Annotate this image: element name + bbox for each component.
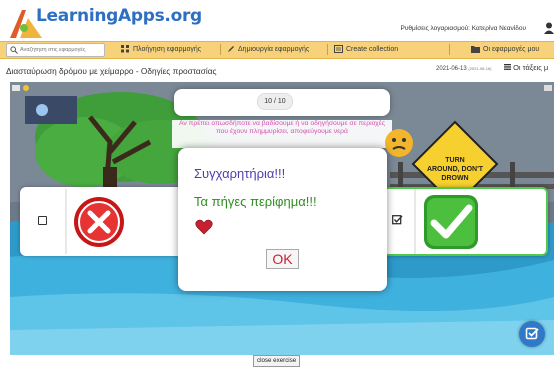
nav-my-apps-label: Οι εφαρμογές μου [483, 46, 540, 53]
nav-my-apps[interactable]: Οι εφαρμογές μου [471, 44, 539, 56]
card-divider [65, 189, 67, 254]
page-title: Διασταύρωση δρόμου με χείμαρρο - Οδηγίες… [6, 66, 217, 76]
sign-line-2: AROUND, DON'T [427, 166, 484, 173]
nav-create-label: Δημιουργία εφαρμογής [238, 46, 310, 53]
nav-browse-label: Πλοήγηση εφαρμογής [133, 46, 202, 53]
nav-separator [220, 44, 221, 55]
nav-create-app[interactable]: Δημιουργία εφαρμογής [227, 44, 309, 56]
collection-icon [334, 45, 343, 54]
nav-separator [327, 44, 328, 55]
card-divider [414, 189, 416, 254]
unchecked-checkbox[interactable] [38, 216, 47, 225]
thumbnail-image [25, 96, 77, 124]
heart-icon [195, 219, 213, 235]
search-box[interactable] [6, 43, 105, 57]
app-date: 2021-06-13 (2021-06-16) [436, 66, 492, 72]
answer-card-correct[interactable] [380, 187, 548, 256]
dialog-title: Συγχαρητήρια!!! [194, 166, 286, 181]
search-input[interactable] [20, 44, 102, 56]
close-exercise-button[interactable]: close exercise [253, 355, 301, 367]
logo-text[interactable]: LearningApps.org [36, 6, 202, 26]
classes-link[interactable]: Οι τάξεις μ [504, 63, 548, 72]
pencil-icon [228, 46, 234, 53]
date-value: 2021-06-13 [436, 66, 467, 72]
sign-line-1: TURN [445, 157, 464, 164]
nav-create-collection[interactable]: Create collection [334, 44, 398, 56]
check-edit-icon [525, 327, 539, 340]
search-icon [10, 46, 18, 54]
sign-line-3: DROWN [441, 175, 468, 182]
ok-button[interactable]: OK [266, 249, 299, 269]
user-icon[interactable] [544, 22, 554, 34]
check-answers-button[interactable] [519, 321, 545, 347]
nav-browse-apps[interactable]: Πλοήγηση εφαρμογής [121, 44, 201, 56]
nav-separator [449, 44, 450, 55]
grid-icon [121, 45, 129, 53]
emoji-face-icon [385, 129, 413, 157]
account-settings-link[interactable]: Ρυθμίσεις λογαριασμού: Κατερίνα Νεανίδου [401, 25, 526, 32]
check-mark-icon [424, 195, 478, 249]
list-icon [504, 64, 511, 70]
question-counter: 10 / 10 [257, 93, 293, 110]
checked-checkbox-icon[interactable] [392, 215, 403, 226]
x-mark-icon [74, 197, 124, 247]
folder-icon [471, 46, 480, 54]
dialog-praise: Τα πήγες περίφημα!!! [194, 194, 317, 209]
question-text: Αν πρέπει οπωσδήποτε να βαδίσουμε ή να ο… [172, 120, 392, 148]
nav-collection-label: Create collection [346, 46, 399, 53]
classes-label: Οι τάξεις μ [513, 63, 549, 72]
date-small: (2021-06-16) [468, 66, 492, 71]
